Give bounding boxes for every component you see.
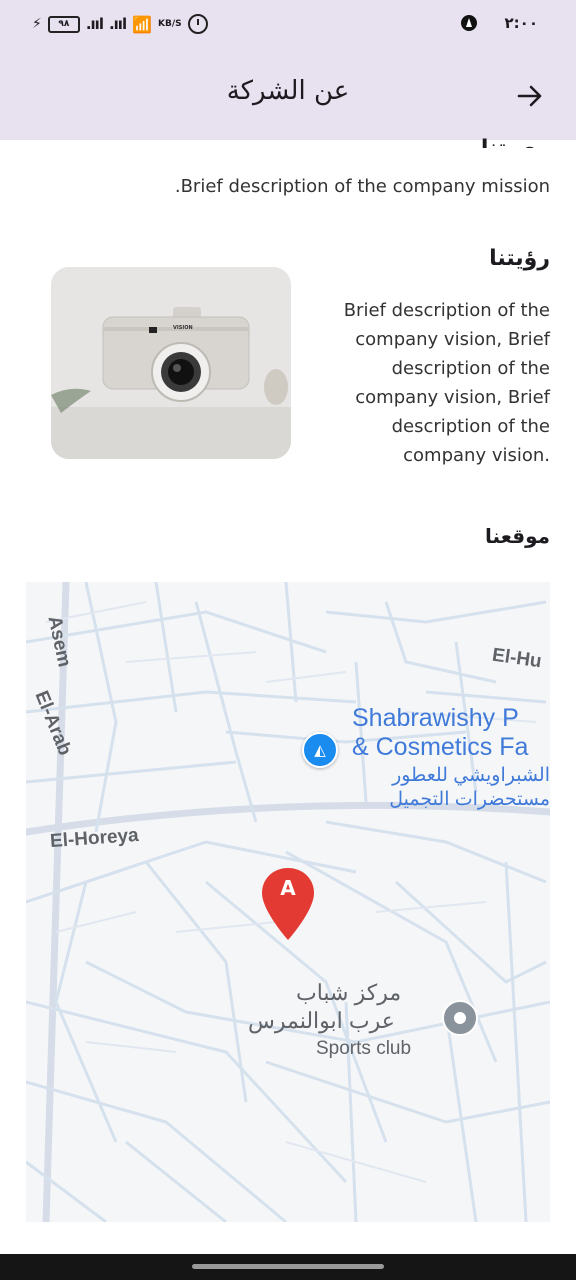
camera-brand-label: VISION — [173, 325, 193, 331]
shop-pin-icon[interactable]: ◭ — [302, 732, 338, 768]
status-bar: ⚡ ٩٨ .ııl .ııl 📶 KB/S ٢:٠٠ — [0, 0, 576, 52]
alarm-icon — [187, 14, 208, 34]
network-speed: KB/S — [158, 18, 182, 29]
place-2-name-en: Sports club — [316, 1038, 412, 1059]
place-2-name-ar: مركز شباب — [296, 980, 402, 1005]
signal-icon: .ııl — [85, 15, 104, 33]
gesture-handle[interactable] — [192, 1264, 384, 1269]
place-name-ar-2: مستحضرات التجميل — [389, 789, 550, 810]
wifi-icon: 📶 — [132, 14, 153, 34]
place-name-en-2: & Cosmetics Fa — [352, 733, 529, 761]
place-name-ar: الشبراويشي للعطور — [392, 765, 550, 786]
page-title: عن الشركة — [226, 76, 350, 106]
place-name-en: Shabrawishy P — [352, 704, 519, 732]
location-map[interactable]: Asem El-Arab El-Hu El-Horeya ◭ Shabrawis… — [26, 582, 550, 1222]
app-header: ⚡ ٩٨ .ııl .ııl 📶 KB/S ٢:٠٠ عن الشركة — [0, 0, 576, 140]
mission-heading: مهمتنا — [481, 136, 550, 148]
marker-label: A — [280, 876, 296, 900]
back-button[interactable] — [512, 78, 548, 114]
vision-image: VISION — [51, 267, 291, 459]
mission-text: .Brief description of the company missio… — [174, 176, 550, 197]
clock: ٢:٠٠ — [504, 14, 538, 32]
location-marker[interactable]: A — [260, 866, 316, 942]
vision-heading: رؤيتنا — [489, 246, 550, 271]
charging-icon: ⚡ — [32, 16, 42, 32]
vision-text: Brief description of the company vision,… — [343, 300, 550, 466]
sports-club-pin-icon[interactable] — [442, 1000, 478, 1036]
navigation-icon — [460, 15, 477, 31]
signal-icon-2: .ııl — [108, 15, 127, 33]
battery-indicator: ٩٨ — [47, 15, 80, 33]
place-2-name-ar-2: عرب ابوالنمرس — [248, 1008, 395, 1033]
arrow-right-icon — [517, 85, 542, 107]
location-heading: موقعنا — [485, 524, 550, 548]
camera-photo: VISION — [51, 267, 291, 459]
